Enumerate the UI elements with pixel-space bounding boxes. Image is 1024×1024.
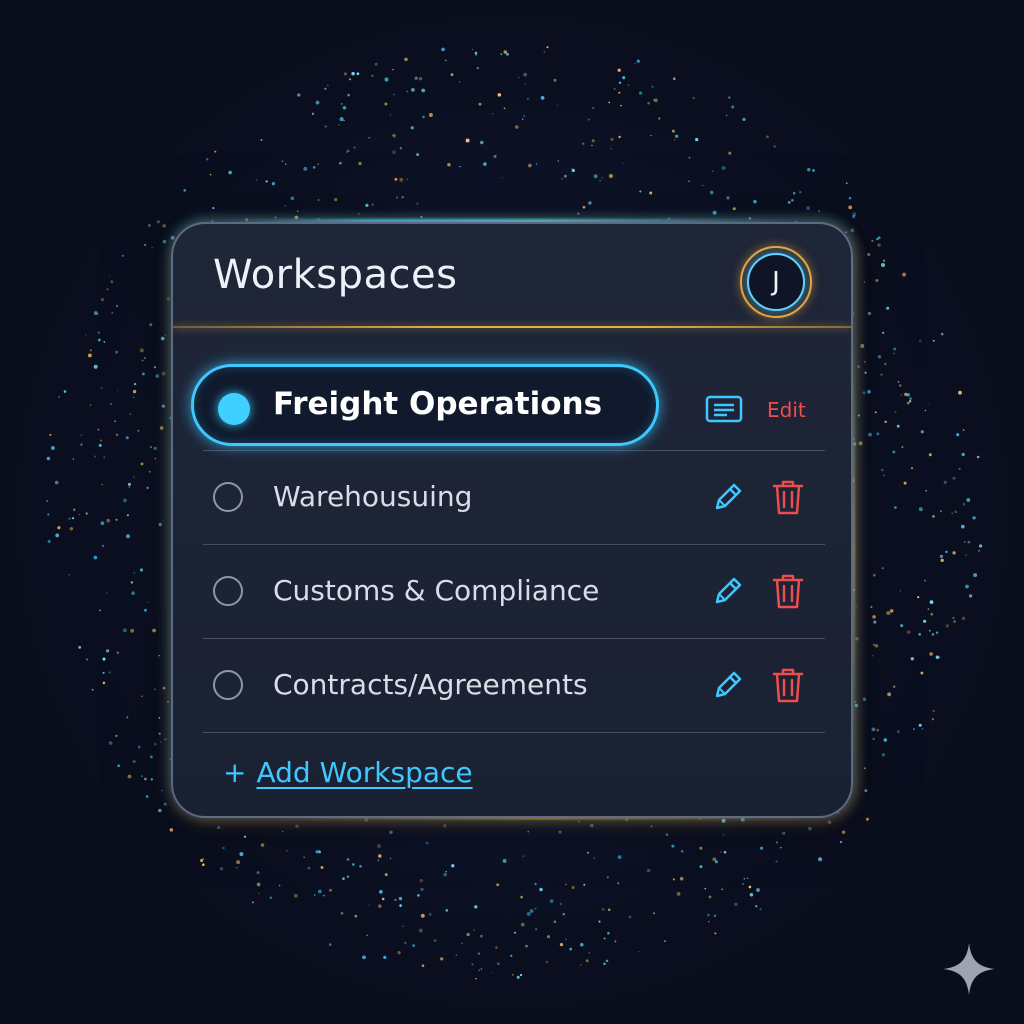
sparkle-icon [943, 943, 995, 995]
workspace-label: Warehousuing [273, 480, 473, 513]
plus-icon: + [223, 756, 247, 789]
workspace-row-customs-compliance[interactable]: Customs & Compliance [203, 545, 825, 639]
edit-button[interactable]: Edit [767, 398, 806, 422]
radio-unselected[interactable] [213, 670, 243, 700]
pencil-icon[interactable] [707, 476, 749, 518]
header-divider [173, 326, 851, 328]
workspace-row-contracts-agreements[interactable]: Contracts/Agreements [203, 639, 825, 733]
page-background: Workspaces J Freight Operations Edit War… [0, 0, 1024, 1024]
trash-icon[interactable] [767, 476, 809, 518]
panel-title: Workspaces [213, 252, 458, 298]
workspace-label: Contracts/Agreements [273, 668, 588, 701]
workspace-label: Customs & Compliance [273, 574, 600, 607]
add-workspace-label: Add Workspace [256, 756, 473, 789]
workspace-item-selected[interactable]: Freight Operations [191, 364, 659, 446]
trash-icon[interactable] [767, 664, 809, 706]
add-workspace-link[interactable]: + Add Workspace [223, 756, 473, 789]
workspace-row-freight-operations: Freight Operations Edit [191, 350, 825, 451]
radio-unselected[interactable] [213, 576, 243, 606]
workspace-label: Freight Operations [273, 386, 603, 422]
workspaces-panel: Workspaces J Freight Operations Edit War… [171, 222, 853, 818]
pencil-icon[interactable] [707, 664, 749, 706]
radio-unselected[interactable] [213, 482, 243, 512]
pencil-icon[interactable] [707, 570, 749, 612]
selected-indicator-dot [218, 393, 250, 425]
workspace-row-warehousuing[interactable]: Warehousuing [203, 451, 825, 545]
trash-icon[interactable] [767, 570, 809, 612]
user-avatar[interactable]: J [740, 246, 812, 318]
avatar-initial: J [747, 253, 805, 311]
document-icon[interactable] [703, 388, 745, 430]
row-divider [203, 732, 825, 733]
